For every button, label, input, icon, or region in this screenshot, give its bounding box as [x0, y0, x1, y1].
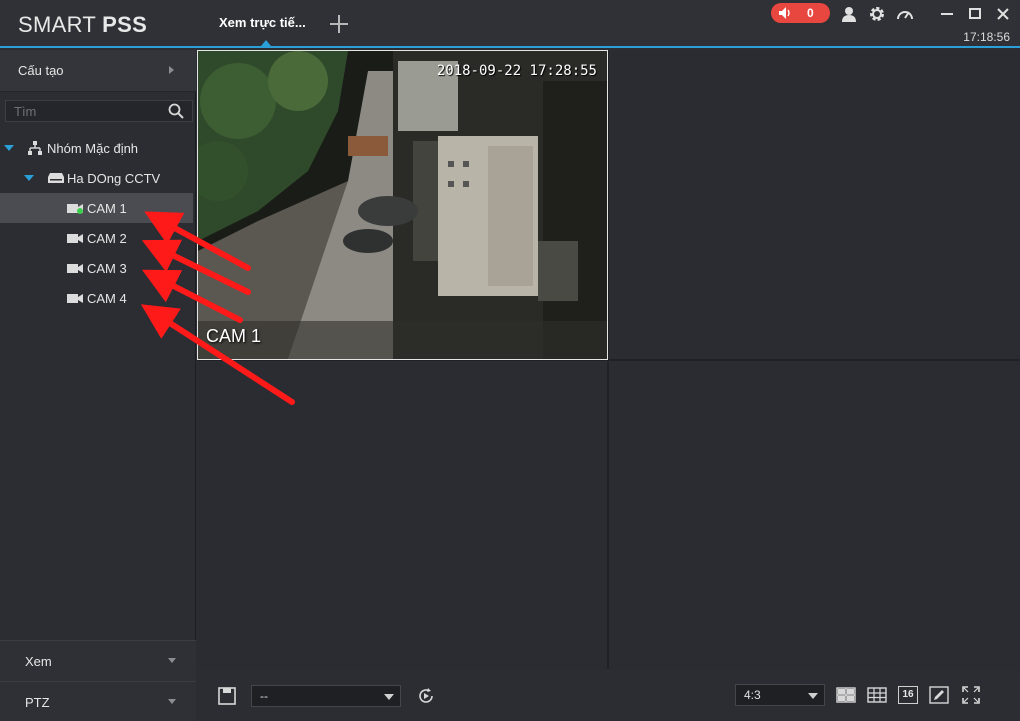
logo-text-bold: PSS	[102, 12, 148, 37]
smart-pss-window: SMART PSS Xem trực tiế... 0 17:18:56 Cấu…	[0, 0, 1020, 721]
panel-view-label: Xem	[25, 654, 52, 669]
video-window-3[interactable]	[197, 361, 607, 669]
camera-feed-image	[198, 51, 607, 359]
close-icon[interactable]	[994, 5, 1012, 23]
video-timestamp: 2018-09-22 17:28:55	[436, 63, 597, 79]
logo-text-regular: SMART	[18, 12, 103, 37]
camera-label: CAM 2	[87, 231, 127, 246]
tree-device-ha-dong[interactable]: Ha DOng CCTV	[0, 163, 193, 193]
tree-group-label: Nhóm Mặc định	[47, 141, 139, 156]
aspect-ratio-select[interactable]: 4:3	[735, 684, 825, 706]
minimize-icon[interactable]	[938, 5, 956, 23]
system-clock: 17:18:56	[963, 30, 1010, 44]
video-window-1[interactable]: 2018-09-22 17:28:55 CAM 1	[197, 50, 608, 360]
speaker-icon	[779, 7, 790, 19]
camera-online-icon	[67, 204, 83, 214]
search-input[interactable]	[6, 101, 161, 121]
layout-16-button[interactable]: 16	[898, 686, 918, 704]
expand-arrow-icon[interactable]	[24, 175, 34, 181]
chevron-down-icon	[168, 699, 176, 704]
bottom-toolbar: -- 4:3 16	[197, 670, 1020, 721]
chevron-down-icon	[384, 694, 394, 700]
video-window-4[interactable]	[609, 361, 1020, 669]
view-select-value: --	[260, 689, 268, 703]
sidebar-header-configure[interactable]: Cấu tạo	[0, 50, 196, 92]
video-grid: 2018-09-22 17:28:55 CAM 1	[197, 50, 1020, 669]
alarm-button[interactable]: 0	[771, 3, 830, 23]
tab-live-view[interactable]: Xem trực tiế...	[205, 0, 325, 46]
device-search	[5, 100, 193, 122]
add-tab-icon[interactable]	[328, 13, 350, 35]
sidebar-header-label: Cấu tạo	[18, 63, 64, 78]
org-tree-icon	[28, 141, 42, 155]
maximize-icon[interactable]	[966, 5, 984, 23]
chevron-down-icon	[808, 693, 818, 699]
camera-icon	[67, 294, 83, 303]
tree-group-default[interactable]: Nhóm Mặc định	[0, 133, 193, 163]
camera-icon	[67, 264, 83, 273]
custom-layout-edit-icon[interactable]	[929, 685, 949, 705]
chevron-right-icon	[169, 66, 174, 74]
aspect-ratio-value: 4:3	[744, 688, 761, 702]
tour-play-icon[interactable]	[416, 686, 436, 706]
tree-camera-4[interactable]: CAM 4	[0, 283, 193, 313]
fullscreen-icon[interactable]	[961, 685, 981, 705]
save-view-icon[interactable]	[217, 686, 237, 706]
nvr-device-icon	[48, 173, 64, 183]
panel-ptz[interactable]: PTZ	[0, 681, 196, 721]
camera-label: CAM 4	[87, 291, 127, 306]
camera-label: CAM 3	[87, 261, 127, 276]
device-sidebar: Cấu tạo Nhóm Mặc định	[0, 50, 196, 721]
panel-ptz-label: PTZ	[25, 695, 50, 710]
app-logo: SMART PSS	[18, 12, 147, 38]
view-select[interactable]: --	[251, 685, 401, 707]
video-channel-name: CAM 1	[206, 326, 262, 346]
gear-icon[interactable]	[868, 5, 886, 23]
video-window-2[interactable]	[609, 50, 1020, 359]
alarm-count: 0	[807, 6, 814, 20]
layout-9-icon[interactable]	[867, 685, 887, 705]
search-icon[interactable]	[168, 103, 184, 119]
expand-arrow-icon[interactable]	[4, 145, 14, 151]
tree-camera-1[interactable]: CAM 1	[0, 193, 193, 223]
speedometer-icon[interactable]	[896, 5, 914, 23]
camera-icon	[67, 234, 83, 243]
panel-view[interactable]: Xem	[0, 640, 196, 681]
camera-label: CAM 1	[87, 201, 127, 216]
tree-camera-2[interactable]: CAM 2	[0, 223, 193, 253]
user-icon[interactable]	[840, 5, 858, 23]
tree-device-label: Ha DOng CCTV	[67, 171, 161, 186]
title-bar: SMART PSS Xem trực tiế... 0 17:18:56	[0, 0, 1020, 48]
chevron-down-icon	[168, 658, 176, 663]
layout-4-icon[interactable]	[836, 685, 856, 705]
active-tab-indicator	[261, 40, 271, 46]
tab-label: Xem trực tiế...	[219, 15, 306, 30]
tree-camera-3[interactable]: CAM 3	[0, 253, 193, 283]
